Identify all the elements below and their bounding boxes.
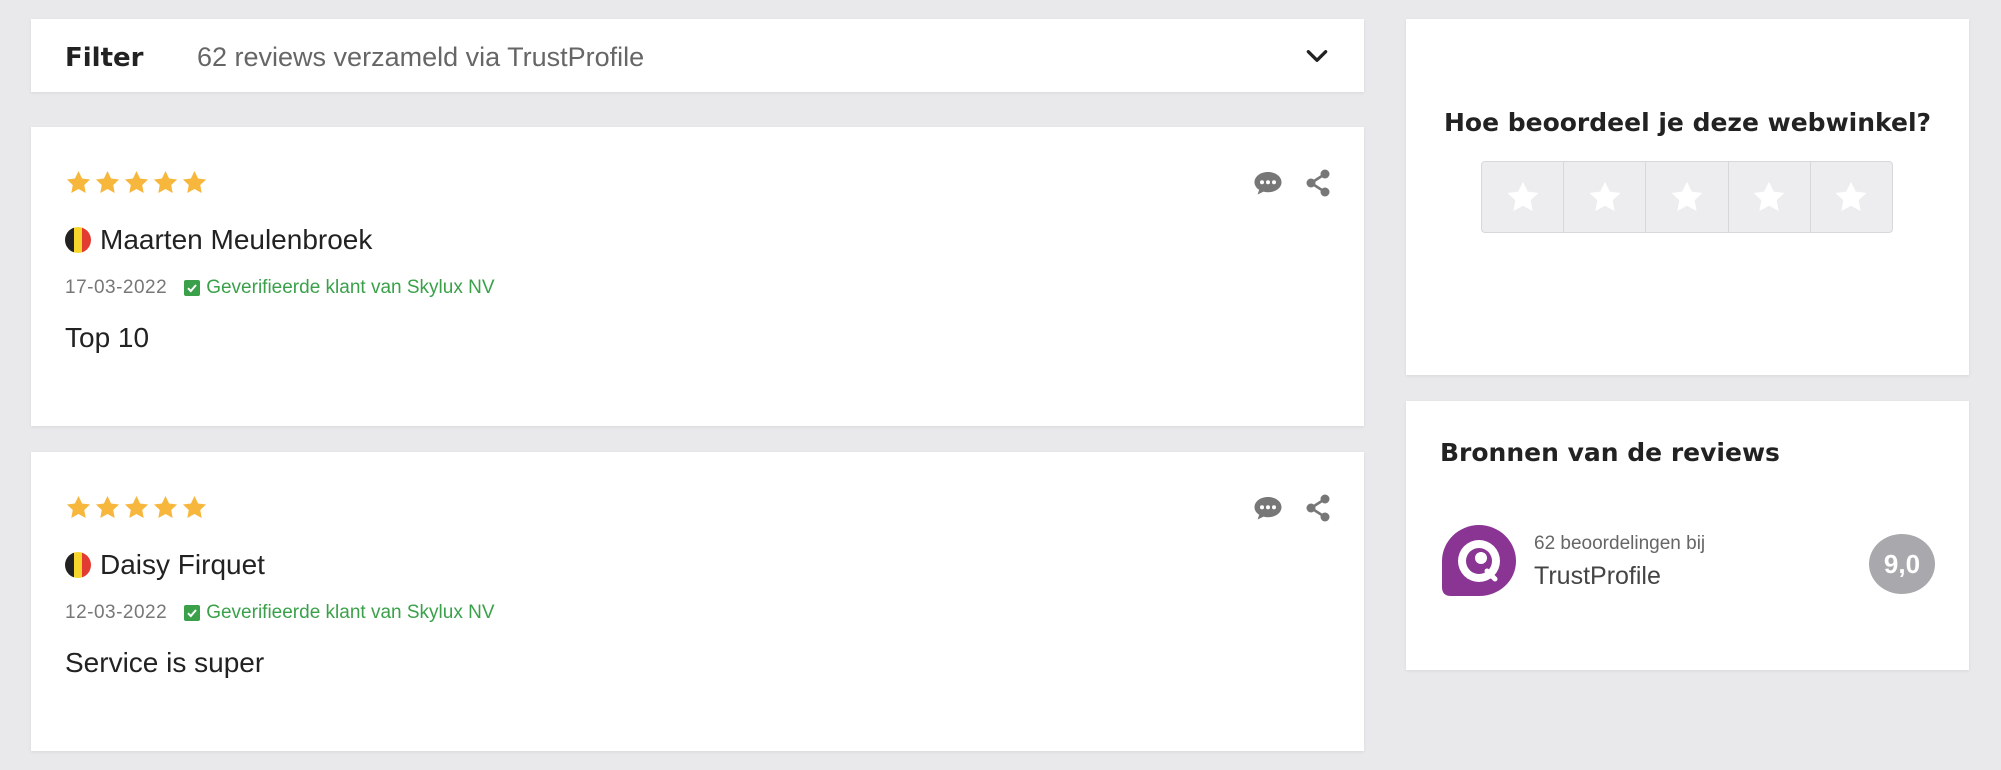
rate-star-5[interactable]	[1811, 162, 1892, 232]
belgium-flag-icon	[65, 227, 91, 253]
star-icon	[182, 171, 207, 193]
rating-input	[1481, 161, 1893, 233]
reviewer: Daisy Firquet	[65, 549, 265, 581]
star-icon	[124, 496, 149, 518]
star-icon	[182, 496, 207, 518]
star-icon	[1589, 181, 1621, 211]
source-review-count: 62 beoordelingen bij	[1534, 533, 1706, 554]
reviewer-name: Maarten Meulenbroek	[100, 224, 373, 255]
chevron-down-icon[interactable]	[1304, 43, 1330, 69]
star-icon	[95, 496, 120, 518]
star-icon	[1835, 181, 1867, 211]
star-icon	[153, 496, 178, 518]
star-icon	[153, 171, 178, 193]
review-card: Daisy Firquet 12-03-2022 Geverifieerde k…	[31, 452, 1364, 751]
review-rating-stars	[65, 169, 208, 196]
review-date: 12-03-2022	[65, 602, 168, 623]
review-meta: 12-03-2022 Geverifieerde klant van Skylu…	[65, 602, 495, 624]
share-icon[interactable]	[1305, 169, 1331, 197]
review-sources-card: Bronnen van de reviews 62 beoordelingen …	[1406, 401, 1969, 670]
comment-icon[interactable]	[1253, 495, 1283, 521]
star-icon	[1507, 181, 1539, 211]
rate-star-1[interactable]	[1482, 162, 1565, 232]
rate-shop-card: Hoe beoordeel je deze webwinkel?	[1406, 19, 1969, 375]
source-name[interactable]: TrustProfile	[1534, 562, 1661, 591]
filter-bar[interactable]: Filter 62 reviews verzameld via TrustPro…	[31, 19, 1364, 92]
sources-title: Bronnen van de reviews	[1440, 438, 1780, 467]
check-icon	[184, 280, 201, 296]
review-rating-stars	[65, 494, 208, 521]
reviewer: Maarten Meulenbroek	[65, 224, 372, 256]
check-icon	[184, 605, 201, 621]
star-icon	[66, 496, 91, 518]
review-card: Maarten Meulenbroek 17-03-2022 Geverifie…	[31, 127, 1364, 426]
comment-icon[interactable]	[1253, 170, 1283, 196]
rate-star-4[interactable]	[1729, 162, 1811, 232]
belgium-flag-icon	[65, 552, 91, 578]
star-icon	[95, 171, 120, 193]
review-meta: 17-03-2022 Geverifieerde klant van Skylu…	[65, 277, 495, 299]
review-actions	[1253, 494, 1331, 522]
reviewer-name: Daisy Firquet	[100, 549, 265, 580]
source-score-badge: 9,0	[1869, 534, 1935, 594]
review-count-summary: 62 reviews verzameld via TrustProfile	[197, 42, 645, 72]
verified-badge: Geverifieerde klant van Skylux NV	[184, 277, 495, 299]
review-date: 17-03-2022	[65, 277, 168, 298]
star-icon	[1753, 181, 1785, 211]
rate-star-2[interactable]	[1564, 162, 1647, 232]
trustprofile-logo[interactable]	[1440, 523, 1518, 601]
filter-label: Filter	[65, 43, 144, 73]
review-text: Top 10	[65, 322, 150, 353]
review-actions	[1253, 169, 1331, 197]
rate-star-3[interactable]	[1646, 162, 1729, 232]
star-icon	[66, 171, 91, 193]
verified-text: Geverifieerde klant van Skylux NV	[206, 602, 495, 623]
star-icon	[124, 171, 149, 193]
star-icon	[1671, 181, 1703, 211]
review-text: Service is super	[65, 647, 265, 678]
verified-text: Geverifieerde klant van Skylux NV	[206, 277, 495, 298]
share-icon[interactable]	[1305, 494, 1331, 522]
rate-shop-title: Hoe beoordeel je deze webwinkel?	[1443, 108, 1932, 137]
verified-badge: Geverifieerde klant van Skylux NV	[184, 602, 495, 624]
